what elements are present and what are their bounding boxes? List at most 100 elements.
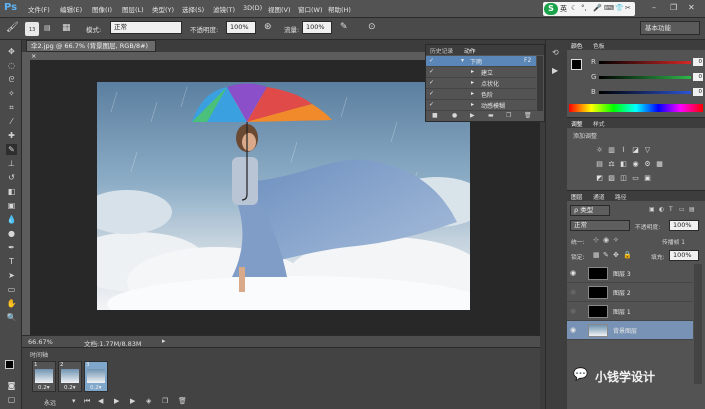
menu-image[interactable]: 图像(I)	[92, 4, 112, 14]
action-row[interactable]: ✓ ▾ 下雨 F2	[426, 56, 536, 67]
lock-position-icon[interactable]: ✥	[613, 251, 619, 259]
action-row[interactable]: ✓ ▸ 建立	[426, 67, 536, 78]
foreground-color-swatch[interactable]	[5, 360, 14, 369]
eraser-tool-icon[interactable]: ◧	[6, 186, 17, 197]
eye-hidden-icon[interactable]: ◉	[570, 307, 576, 315]
punct-icon[interactable]: °,	[581, 4, 587, 12]
stamp-tool-icon[interactable]: ⊥	[6, 158, 17, 169]
action-row[interactable]: ✓ ▸ 动感模糊	[426, 100, 536, 111]
blue-value[interactable]: 0	[693, 88, 703, 96]
invert-icon[interactable]: ◩	[595, 174, 604, 182]
actions-scrollbar[interactable]	[537, 56, 543, 111]
eyedropper-tool-icon[interactable]: ⁄	[6, 116, 17, 127]
crop-tool-icon[interactable]: ⌗	[6, 102, 17, 113]
menu-window[interactable]: 窗口(W)	[298, 4, 323, 14]
history-panel-icon[interactable]: ⟲	[552, 48, 559, 57]
check-icon[interactable]: ✓	[429, 90, 434, 97]
workspace-select[interactable]: 基本功能	[640, 21, 700, 35]
mode-select[interactable]: 正常	[110, 21, 182, 34]
propagate-frame-checkbox[interactable]: 传播帧 1	[662, 237, 685, 246]
frame-delay[interactable]: 0.2▾	[38, 385, 50, 391]
pen-tool-icon[interactable]: ✒	[6, 242, 17, 253]
expand-icon[interactable]: ▾	[461, 57, 464, 64]
type-tool-icon[interactable]: T	[6, 256, 17, 267]
filter-type-icon[interactable]: T	[669, 206, 673, 213]
keyboard-icon[interactable]: ⌨	[604, 4, 614, 12]
check-icon[interactable]: ✓	[429, 68, 434, 75]
path-select-tool-icon[interactable]: ➤	[6, 270, 17, 281]
mic-icon[interactable]: 🎤	[593, 4, 602, 12]
menu-select[interactable]: 选择(S)	[182, 4, 204, 14]
pressure-opacity-icon[interactable]: ⊛	[264, 22, 272, 32]
menu-file[interactable]: 文件(F)	[28, 4, 50, 14]
pressure-size-icon[interactable]: ⊙	[368, 22, 376, 32]
next-frame-icon[interactable]: ▶	[130, 397, 135, 405]
unify-position-icon[interactable]: ⊹	[593, 236, 599, 244]
tab-color[interactable]: 颜色	[571, 41, 583, 50]
filter-shape-icon[interactable]: ▭	[679, 206, 685, 213]
opacity-input[interactable]: 100%	[226, 21, 256, 34]
menu-edit[interactable]: 编辑(E)	[60, 4, 82, 14]
move-tool-icon[interactable]: ✥	[6, 46, 17, 57]
menu-help[interactable]: 帮助(H)	[328, 4, 351, 14]
menu-filter[interactable]: 滤镜(T)	[213, 4, 235, 14]
layer-row[interactable]: ◉ 背景图层	[567, 321, 693, 340]
play-icon[interactable]: ▶	[114, 397, 119, 405]
filter-pixel-icon[interactable]: ▣	[649, 206, 655, 213]
ime-toolbar[interactable]: S 英 ☾ °, 🎤 ⌨ 👕 ✂	[543, 2, 635, 16]
tab-paths[interactable]: 路径	[615, 192, 627, 201]
expand-icon[interactable]: ▸	[471, 79, 474, 86]
zoom-level[interactable]: 66.67%	[28, 338, 53, 346]
menu-type[interactable]: 类型(Y)	[152, 4, 174, 14]
blend-mode-select[interactable]: 正常	[570, 220, 630, 231]
green-slider[interactable]	[599, 76, 691, 79]
red-value[interactable]: 0	[693, 58, 703, 66]
duplicate-frame-icon[interactable]: ❐	[162, 397, 168, 405]
layer-row[interactable]: ◉ 图层 3	[567, 264, 693, 283]
document-tab[interactable]: 伞2.jpg @ 66.7% (背景图层, RGB/8#) ×	[26, 40, 156, 60]
exposure-icon[interactable]: ◪	[631, 146, 640, 154]
lock-pixels-icon[interactable]: ✎	[603, 251, 609, 259]
layer-row[interactable]: ◉ 图层 2	[567, 283, 693, 302]
moon-icon[interactable]: ☾	[571, 4, 577, 12]
canvas-image[interactable]	[97, 82, 470, 310]
green-value[interactable]: 0	[693, 73, 703, 81]
loop-dropdown-icon[interactable]: ▾	[72, 397, 76, 405]
delete-action-icon[interactable]: 🗑	[524, 112, 532, 119]
screen-mode-icon[interactable]: ▢	[6, 394, 17, 405]
frame-delay[interactable]: 0.2▾	[90, 385, 102, 391]
minimize-icon[interactable]: –	[652, 3, 656, 12]
red-slider[interactable]	[599, 61, 691, 64]
brush-tool-icon[interactable]: 🖌	[6, 22, 19, 33]
fill-input[interactable]: 100%	[669, 250, 699, 261]
color-spectrum-bar[interactable]	[569, 104, 703, 112]
status-menu-arrow-icon[interactable]: ▸	[162, 337, 166, 345]
color-lookup-icon[interactable]: ▦	[655, 160, 664, 168]
stop-icon[interactable]: ■	[432, 112, 438, 119]
lock-transparent-icon[interactable]: ▦	[593, 251, 600, 259]
hue-icon[interactable]: ▤	[595, 160, 604, 168]
dodge-tool-icon[interactable]: ●	[6, 228, 17, 239]
selective-color-icon[interactable]: ▣	[643, 174, 652, 182]
history-brush-tool-icon[interactable]: ↺	[6, 172, 17, 183]
first-frame-icon[interactable]: ⏮	[84, 397, 90, 406]
color-balance-icon[interactable]: ⚖	[607, 160, 616, 168]
bw-icon[interactable]: ◧	[619, 160, 628, 168]
curves-icon[interactable]: ⌇	[619, 146, 628, 154]
unify-style-icon[interactable]: ✧	[613, 236, 619, 244]
restore-icon[interactable]: ❐	[670, 3, 677, 12]
marquee-tool-icon[interactable]: ◌	[6, 60, 17, 71]
frame-delay[interactable]: 0.2▾	[64, 385, 76, 391]
menu-layer[interactable]: 图层(L)	[122, 4, 144, 14]
filter-smart-icon[interactable]: ▤	[689, 206, 695, 213]
action-row[interactable]: ✓ ▸ 点状化	[426, 78, 536, 89]
delete-frame-icon[interactable]: 🗑	[178, 397, 187, 405]
eye-icon[interactable]: ◉	[570, 269, 576, 277]
brush-tool-icon[interactable]: ✎	[6, 144, 17, 155]
posterize-icon[interactable]: ▨	[607, 174, 616, 182]
unify-visibility-icon[interactable]: ◉	[603, 236, 609, 244]
layer-filter-select[interactable]: ρ 类型	[570, 205, 610, 216]
new-set-icon[interactable]: ▬	[488, 112, 494, 119]
check-icon[interactable]: ✓	[429, 101, 434, 108]
menu-view[interactable]: 视图(V)	[268, 4, 291, 14]
